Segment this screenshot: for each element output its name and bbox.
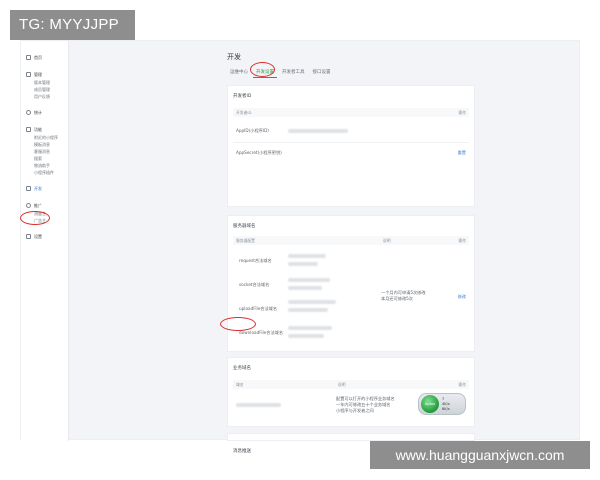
speed-readout: 7 4K/s 8K/s (442, 397, 450, 412)
main-content: 开发 运维中心 开发设置 开发者工具 接口设置 开发者ID 开发者ID 操作 A… (227, 45, 477, 454)
sidebar-item-label: 统计 (34, 109, 42, 115)
card-title: 消息推送 (233, 449, 251, 454)
tab-bar: 运维中心 开发设置 开发者工具 接口设置 (227, 68, 336, 78)
column-header: 说明 (383, 238, 391, 243)
card-title: 服务器域名 (233, 224, 256, 229)
sidebar-item-home[interactable]: 首页 (21, 53, 68, 62)
socket-domain-label: socket合法域名 (239, 282, 270, 287)
table-header: 服务器配置 说明 操作 (233, 236, 469, 245)
page-title: 开发 (227, 53, 241, 61)
settings-icon (26, 234, 31, 239)
row-divider (233, 142, 469, 143)
sidebar-subitem-version[interactable]: 版本管理 (21, 79, 68, 86)
business-note: 小程序与开发者之间 (336, 408, 374, 413)
sidebar-item-label: 功能 (34, 126, 42, 132)
sidebar-item-label: 设置 (34, 233, 42, 239)
upload-domain-redacted (288, 308, 328, 312)
tab-ops[interactable]: 运维中心 (227, 68, 251, 78)
sidebar-subitem-nearby[interactable]: 附近的小程序 (21, 134, 68, 141)
sidebar-group-develop: 开发 (21, 184, 68, 193)
sidebar-group-home: 首页 (21, 53, 68, 62)
app-window: 首页 管理 版本管理 成员管理 用户反馈 统计 功能 附近的小程序 模板消息 客… (20, 40, 580, 454)
business-domain-redacted (236, 403, 281, 407)
card-title: 开发者ID (233, 94, 252, 99)
column-header: 域名 (236, 382, 244, 387)
screenshot: 首页 管理 版本管理 成员管理 用户反馈 统计 功能 附近的小程序 模板消息 客… (0, 0, 600, 480)
table-header: 域名 说明 操作 (233, 380, 469, 389)
card-title: 业务域名 (233, 366, 251, 371)
table-header: 开发者ID 操作 (233, 108, 469, 117)
appsecret-label: AppSecret(小程序密钥) (236, 150, 282, 155)
sidebar-item-label: 首页 (34, 54, 42, 60)
request-domain-label: request合法域名 (239, 258, 272, 263)
socket-domain-redacted (288, 278, 330, 282)
watermark-bottom-right: www.huangguanxjwcn.com (370, 441, 590, 469)
column-header: 操作 (458, 110, 466, 115)
function-icon (26, 127, 31, 132)
sidebar: 首页 管理 版本管理 成员管理 用户反馈 统计 功能 附近的小程序 模板消息 客… (21, 41, 69, 441)
sidebar-group-function: 功能 附近的小程序 模板消息 客服消息 搜索 物流助手 小程序插件 (21, 125, 68, 176)
column-header: 操作 (458, 382, 466, 387)
sidebar-subitem-service[interactable]: 客服消息 (21, 148, 68, 155)
download-domain-redacted (288, 326, 332, 330)
socket-domain-redacted (288, 286, 322, 290)
dev-id-card: 开发者ID 开发者ID 操作 AppID(小程序ID) AppSecret(小程… (227, 85, 475, 207)
message-push-card: 消息推送 (227, 433, 475, 454)
reset-secret-link[interactable]: 重置 (458, 150, 466, 156)
manage-icon (26, 72, 31, 77)
watermark-top-left: TG: MYYJJPP (10, 10, 135, 40)
sidebar-item-promote[interactable]: 推广 (21, 201, 68, 210)
sidebar-item-stats[interactable]: 统计 (21, 108, 68, 117)
upload-domain-redacted (288, 300, 336, 304)
sidebar-subitem-plugin[interactable]: 小程序插件 (21, 169, 68, 176)
annotation-circle-business (220, 317, 256, 331)
sidebar-group-manage: 管理 版本管理 成员管理 用户反馈 (21, 70, 68, 100)
request-domain-redacted (288, 254, 326, 258)
column-header: 操作 (458, 238, 466, 243)
sidebar-item-label: 开发 (34, 185, 42, 191)
column-header: 服务器配置 (236, 238, 255, 243)
server-domain-card: 服务器域名 服务器配置 说明 操作 request合法域名 socket合法域名… (227, 215, 475, 352)
sidebar-item-manage[interactable]: 管理 (21, 70, 68, 79)
tab-dev-tools[interactable]: 开发者工具 (279, 68, 308, 78)
appid-label: AppID(小程序ID) (236, 128, 269, 133)
tab-api-settings[interactable]: 接口设置 (310, 68, 334, 78)
sidebar-item-label: 推广 (34, 202, 42, 208)
sidebar-item-develop[interactable]: 开发 (21, 184, 68, 193)
promote-icon (26, 203, 31, 208)
column-header: 说明 (338, 382, 346, 387)
sidebar-subitem-members[interactable]: 成员管理 (21, 86, 68, 93)
speed-ball-icon: Aptos (421, 395, 439, 413)
business-domain-card: 业务域名 域名 说明 操作 配置可以打开的小程序业务域名 一年内可修改五十个业务… (227, 357, 475, 427)
speed-line: 8K/s (442, 406, 450, 411)
appid-value-redacted (288, 129, 348, 133)
sidebar-subitem-search[interactable]: 搜索 (21, 155, 68, 162)
sidebar-subitem-logistics[interactable]: 物流助手 (21, 162, 68, 169)
sidebar-item-function[interactable]: 功能 (21, 125, 68, 134)
upload-domain-label: uploadFile合法域名 (239, 306, 278, 311)
download-domain-redacted (288, 334, 324, 338)
sidebar-item-settings[interactable]: 设置 (21, 232, 68, 241)
sidebar-group-stats: 统计 (21, 108, 68, 117)
annotation-circle-tab (250, 62, 275, 77)
speed-line: 4K/s (442, 401, 450, 406)
sidebar-subitem-feedback[interactable]: 用户反馈 (21, 93, 68, 100)
download-domain-label: downloadFile合法域名 (239, 330, 284, 335)
server-modify-link[interactable]: 修改 (458, 294, 466, 300)
server-note: 本月还可修改5次 (381, 296, 413, 301)
sidebar-subitem-template[interactable]: 模板消息 (21, 141, 68, 148)
network-speed-badge[interactable]: Aptos 7 4K/s 8K/s (418, 393, 466, 415)
request-domain-redacted (288, 262, 318, 266)
sidebar-group-settings: 设置 (21, 232, 68, 241)
home-icon (26, 55, 31, 60)
annotation-circle-develop (20, 211, 50, 225)
stats-icon (26, 110, 31, 115)
develop-icon (26, 186, 31, 191)
column-header: 开发者ID (236, 110, 252, 115)
sidebar-item-label: 管理 (34, 71, 42, 77)
